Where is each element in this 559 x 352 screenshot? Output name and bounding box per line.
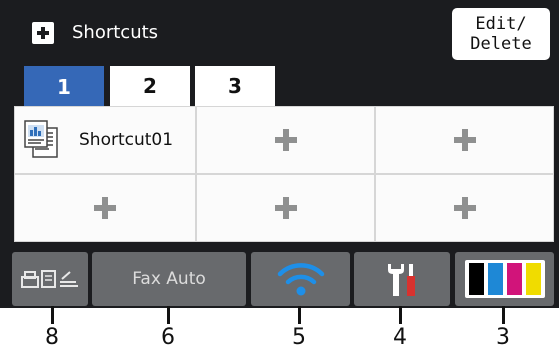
callout-number-8: 8 — [45, 325, 59, 350]
toner-magenta — [506, 263, 522, 295]
shortcuts-plus-icon — [32, 22, 54, 44]
shortcut-grid: Shortcut01 — [14, 106, 554, 242]
add-shortcut-button-6[interactable] — [375, 174, 554, 242]
settings-button[interactable] — [354, 252, 450, 306]
copy-document-icon — [24, 120, 58, 158]
toner-icon — [464, 260, 545, 298]
toner-button[interactable] — [455, 252, 554, 306]
add-shortcut-button-2[interactable] — [196, 106, 375, 174]
toner-yellow — [525, 263, 541, 295]
mode-button[interactable] — [12, 252, 88, 306]
callout-line-3 — [502, 306, 505, 324]
add-shortcut-button-5[interactable] — [196, 174, 375, 242]
callout-number-3: 3 — [496, 325, 510, 350]
fax-mode-label: Fax Auto — [132, 269, 206, 289]
fax-auto-button[interactable]: Fax Auto — [92, 252, 246, 306]
callout-line-6 — [167, 306, 170, 324]
toner-black — [468, 263, 484, 295]
add-plus-icon — [453, 129, 476, 151]
callout-line-5 — [298, 306, 301, 324]
callout-number-4: 4 — [393, 325, 407, 350]
settings-wrench-icon — [388, 264, 415, 296]
delete-label: Delete — [470, 34, 532, 54]
callout-line-8 — [51, 306, 54, 324]
add-shortcut-button-3[interactable] — [375, 106, 554, 174]
callout-number-5: 5 — [292, 325, 306, 350]
edit-label: Edit/ — [475, 14, 527, 34]
callout-line-4 — [399, 306, 402, 324]
add-plus-icon — [94, 197, 116, 219]
tab-2[interactable]: 2 — [110, 66, 190, 106]
toner-cyan — [487, 263, 503, 295]
shortcut-label: Shortcut01 — [79, 130, 174, 150]
add-shortcut-button-4[interactable] — [14, 174, 196, 242]
fax-copy-scan-mode-icon — [21, 270, 78, 288]
add-plus-icon — [274, 197, 297, 219]
tab-3[interactable]: 3 — [195, 66, 275, 106]
add-plus-icon — [274, 129, 297, 151]
page-title: Shortcuts — [72, 22, 159, 43]
callout-number-6: 6 — [161, 325, 175, 350]
shortcut-button-1[interactable]: Shortcut01 — [14, 106, 196, 174]
wifi-icon — [277, 263, 324, 296]
tab-1[interactable]: 1 — [24, 66, 104, 108]
wifi-status-button[interactable] — [251, 252, 350, 306]
edit-delete-button[interactable]: Edit/ Delete — [452, 8, 550, 60]
touchscreen-display: Shortcuts Edit/ Delete 1 2 3 Shortcut01 — [0, 0, 559, 308]
add-plus-icon — [453, 197, 476, 219]
